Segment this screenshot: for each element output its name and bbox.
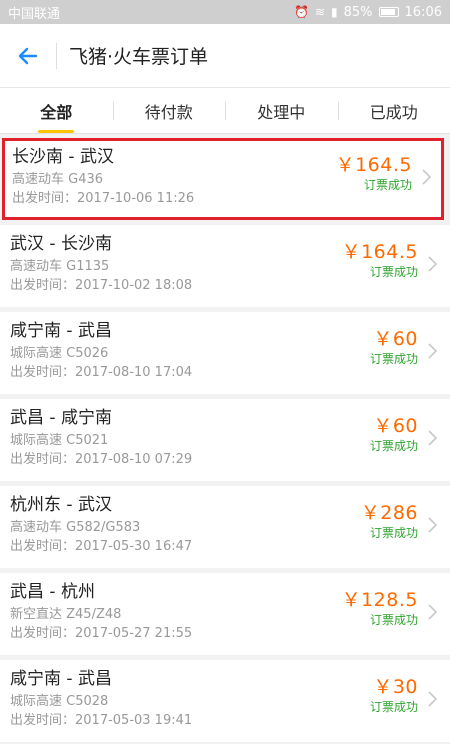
wifi-icon: ≋ <box>314 5 326 19</box>
battery-percent: 85% <box>343 4 373 20</box>
back-arrow-icon <box>18 47 38 64</box>
order-price: ￥30 <box>373 676 418 698</box>
tab-processing[interactable]: 处理中 <box>225 88 338 133</box>
order-card-2[interactable]: 咸宁南 - 武昌 城际高速 C5026 出发时间：2017-08-10 17:0… <box>0 312 450 394</box>
order-status: 订票成功 <box>369 439 418 453</box>
order-status: 订票成功 <box>369 613 418 627</box>
order-card-3[interactable]: 武昌 - 咸宁南 城际高速 C5021 出发时间：2017-08-10 07:2… <box>0 399 450 481</box>
nav-bar: 飞猪·火车票订单 <box>0 24 450 88</box>
order-card-1[interactable]: 武汉 - 长沙南 高速动车 G1135 出发时间：2017-10-02 18:0… <box>0 225 450 307</box>
chevron-right-icon <box>426 603 438 621</box>
tab-all[interactable]: 全部 <box>0 88 113 133</box>
order-status: 订票成功 <box>369 352 418 366</box>
order-card-4[interactable]: 杭州东 - 武汉 高速动车 G582/G583 出发时间：2017-05-30 … <box>0 486 450 568</box>
order-tabs: 全部 待付款 处理中 已成功 <box>0 88 450 134</box>
order-price: ￥286 <box>360 502 418 524</box>
order-status: 订票成功 <box>363 178 412 192</box>
chevron-right-icon <box>420 168 432 186</box>
order-price: ￥60 <box>373 328 418 350</box>
order-status: 订票成功 <box>369 700 418 714</box>
chevron-right-icon <box>426 690 438 708</box>
chevron-right-icon <box>426 342 438 360</box>
order-price: ￥164.5 <box>341 241 418 263</box>
alarm-icon: ⏰ <box>294 5 309 19</box>
order-price: ￥60 <box>373 415 418 437</box>
status-icons: ⏰ ≋ ▮ 85% 16:06 <box>294 5 442 20</box>
page-title: 飞猪·火车票订单 <box>69 46 209 68</box>
order-list: 长沙南 - 武汉 高速动车 G436 出发时间：2017-10-06 11:26… <box>0 134 450 742</box>
signal-icon: ▮ <box>331 5 338 19</box>
order-status: 订票成功 <box>369 526 418 540</box>
chevron-right-icon <box>426 255 438 273</box>
order-price: ￥128.5 <box>341 589 418 611</box>
status-bar: 中国联通 ⏰ ≋ ▮ 85% 16:06 <box>0 0 450 24</box>
clock: 16:06 <box>404 4 442 20</box>
chevron-right-icon <box>426 516 438 534</box>
order-status: 订票成功 <box>369 265 418 279</box>
tab-succeeded[interactable]: 已成功 <box>337 88 450 133</box>
carrier-label: 中国联通 <box>8 6 61 22</box>
battery-icon <box>378 7 399 17</box>
order-card-0[interactable]: 长沙南 - 武汉 高速动车 G436 出发时间：2017-10-06 11:26… <box>2 138 444 220</box>
order-card-5[interactable]: 武昌 - 杭州 新空直达 Z45/Z48 出发时间：2017-05-27 21:… <box>0 573 450 655</box>
tab-pending-payment[interactable]: 待付款 <box>112 88 226 133</box>
order-price: ￥164.5 <box>335 154 412 176</box>
order-card-6[interactable]: 咸宁南 - 武昌 城际高速 C5028 出发时间：2017-05-03 19:4… <box>0 660 450 742</box>
back-button[interactable] <box>0 24 56 88</box>
chevron-right-icon <box>426 429 438 447</box>
